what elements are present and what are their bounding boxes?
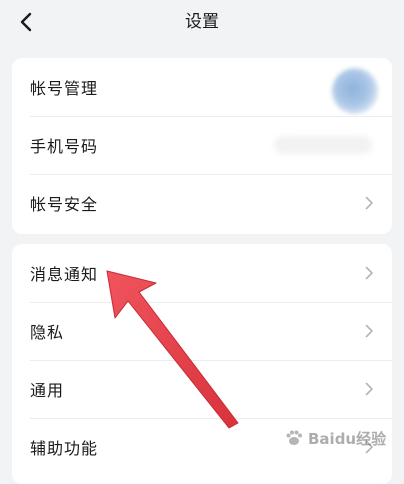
settings-row-account-management[interactable]: 帐号管理 <box>12 58 392 116</box>
row-label: 消息通知 <box>30 265 99 284</box>
chevron-right-icon <box>365 382 373 396</box>
navigation-bar: 设置 <box>0 0 404 46</box>
chevron-right-icon <box>365 324 373 338</box>
row-label: 隐私 <box>30 323 65 342</box>
row-label: 手机号码 <box>30 137 99 156</box>
row-label: 帐号安全 <box>30 195 99 214</box>
watermark-text: Baidu经验 <box>308 429 387 448</box>
paw-icon <box>286 430 302 445</box>
avatar <box>332 68 378 114</box>
account-settings-group: 帐号管理 手机号码 帐号安全 <box>12 58 392 234</box>
chevron-right-icon <box>365 196 373 210</box>
chevron-right-icon <box>365 266 373 280</box>
settings-row-general[interactable]: 通用 <box>12 360 392 418</box>
row-label: 帐号管理 <box>30 79 99 98</box>
settings-row-notifications[interactable]: 消息通知 <box>12 244 392 302</box>
row-label: 辅助功能 <box>30 439 99 458</box>
baidu-watermark: Baidu经验 <box>284 424 396 452</box>
settings-row-account-security[interactable]: 帐号安全 <box>12 174 392 232</box>
page-title: 设置 <box>185 12 219 32</box>
settings-row-privacy[interactable]: 隐私 <box>12 302 392 360</box>
masked-phone-value <box>274 136 372 154</box>
settings-row-phone-number[interactable]: 手机号码 <box>12 116 392 174</box>
row-label: 通用 <box>30 381 65 400</box>
